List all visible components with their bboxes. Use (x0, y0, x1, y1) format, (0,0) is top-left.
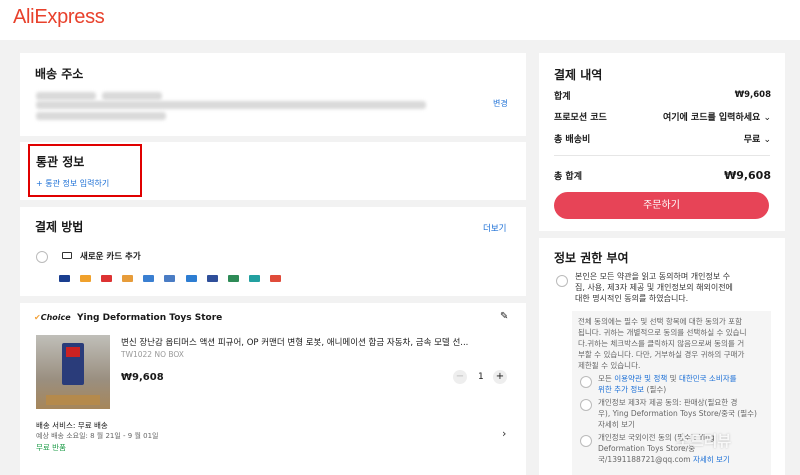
shipping-service: 배송 서비스: 무료 배송 (36, 421, 108, 430)
visa-icon (59, 275, 70, 282)
third-party-more-link[interactable]: 자세히 보기 (598, 419, 635, 431)
divider (554, 155, 770, 156)
overseas-transfer-checkbox[interactable] (580, 435, 592, 447)
unionpay-icon (143, 275, 155, 282)
jcb-icon (122, 275, 134, 282)
consent-main-text-2: 집, 사용, 제3자 제공 및 개인정보의 해외이전에 (575, 283, 733, 292)
maestro-icon (101, 275, 113, 282)
consent-details-box: 전체 동의에는 필수 및 선택 항목에 대한 동의가 포함 됩니다. 귀하는 개… (572, 311, 771, 475)
free-return: 무료 반품 (36, 443, 66, 452)
add-customs-info-link[interactable]: + 통관 정보 입력하기 (36, 178, 109, 189)
subtotal-value: ₩9,608 (734, 90, 771, 100)
consent-info-2: 됩니다. 귀하는 개별적으로 동의를 선택하실 수 있습니 (578, 328, 747, 337)
korea-consumer-link[interactable]: 대한민국 소비자를 (679, 374, 737, 383)
quantity-increase-button[interactable]: + (493, 370, 507, 384)
customs-title: 통관 정보 (36, 155, 85, 169)
consent-info-4: 부할 수 있습니다. 다만, 거부하실 경우 귀하의 구매가 (578, 350, 745, 359)
address-line-1b (102, 92, 162, 100)
overseas-more-link[interactable]: 자세히 보기 (693, 455, 730, 464)
new-card-label[interactable]: 새로운 카드 추가 (80, 250, 141, 262)
place-order-button[interactable]: 주문하기 (554, 192, 769, 219)
third-party-checkbox[interactable] (580, 399, 592, 411)
agree-all-checkbox[interactable] (556, 275, 568, 287)
shipping-address-card: 배송 주소 변경 (20, 53, 526, 136)
product-title[interactable]: 변신 장난감 옵티머스 액션 피규어, OP 커맨더 변형 로봇, 애니메이션 … (121, 336, 511, 348)
payment-method-card: 결제 방법 더보기 새로운 카드 추가 (20, 207, 526, 296)
customs-highlight-box (28, 144, 142, 197)
product-price: ₩9,608 (121, 372, 164, 383)
diners-icon (164, 275, 176, 282)
third-party-line-2: 우), Ying Deformation Toys Store/중국 (필수) (598, 409, 757, 418)
terms-checkbox[interactable] (580, 376, 592, 388)
chevron-right-icon[interactable]: › (502, 427, 506, 440)
payment-title: 결제 방법 (35, 220, 84, 234)
promo-label: 프로모션 코드 (554, 113, 607, 123)
terms-line-2: 위한 추가 정보 (필수) (598, 385, 667, 394)
third-party-line-1: 개인정보 제3자 제공 동의: 판매상(필요한 경 (598, 398, 738, 407)
address-line-1 (36, 92, 96, 100)
additional-info-link[interactable]: 위한 추가 정보 (598, 385, 644, 394)
delivery-estimate: 예상 배송 소요일: 8 월 21일 - 9 월 01일 (36, 432, 159, 440)
terms-policy-link[interactable]: 이용약관 및 정책 (614, 374, 667, 383)
card-icon (62, 252, 72, 259)
product-image[interactable] (36, 335, 110, 409)
product-sku: TW1022 NO BOX (121, 350, 184, 359)
total-label: 총 합계 (554, 172, 582, 182)
shipping-fee-value[interactable]: 무료 ⌄ (744, 132, 771, 145)
quantity-decrease-button[interactable]: − (453, 370, 467, 384)
chevron-down-icon: ⌄ (763, 113, 771, 123)
new-card-radio[interactable] (36, 251, 48, 263)
top-bar: AliExpress (0, 0, 800, 40)
card-icon (248, 275, 260, 282)
consent-info-3: 다.귀하는 체크박스를 클릭하지 않음으로써 동의를 거 (578, 339, 745, 348)
address-line-3 (36, 112, 166, 120)
shipping-title: 배송 주소 (35, 67, 84, 81)
card-brand-icons (59, 267, 286, 286)
store-name[interactable]: Ying Deformation Toys Store (77, 313, 222, 323)
aliexpress-logo[interactable]: AliExpress (13, 6, 105, 29)
change-address-link[interactable]: 변경 (493, 98, 508, 109)
consent-title: 정보 권한 부여 (554, 251, 629, 265)
shipping-fee-label: 총 배송비 (554, 135, 591, 145)
mastercard-icon (80, 275, 92, 282)
discover-icon (206, 275, 218, 282)
edit-icon[interactable]: ✎ (500, 311, 508, 322)
promo-input[interactable]: 여기에 코드를 입력하세요 ⌄ (663, 110, 771, 123)
terms-line-1: 모든 이용약관 및 정책 및 대한민국 소비자를 (598, 374, 737, 383)
card-icon (227, 275, 239, 282)
address-line-2 (36, 101, 426, 109)
choice-badge: ✔Choice (34, 313, 71, 322)
chevron-down-icon: ⌄ (763, 135, 771, 145)
consent-info-5: 제한될 수 있습니다. (578, 361, 641, 370)
watermark: 소드리뷰 (676, 432, 732, 450)
card-icon (269, 275, 281, 282)
quantity-value[interactable]: 1 (478, 372, 484, 382)
summary-title: 결제 내역 (554, 68, 603, 82)
consent-main-text-3: 대한 명시적인 동의를 하였습니다. (575, 294, 689, 303)
total-value: ₩9,608 (724, 169, 771, 182)
customs-info-card: 통관 정보 + 통관 정보 입력하기 (20, 142, 526, 200)
subtotal-label: 합계 (554, 92, 571, 102)
overseas-line-3: 국/1391188721@qq.com 자세히 보기 (598, 455, 730, 464)
amex-icon (185, 275, 197, 282)
consent-info-1: 전체 동의에는 필수 및 선택 항목에 대한 동의가 포함 (578, 317, 742, 326)
payment-more-link[interactable]: 더보기 (483, 222, 506, 234)
product-card: ✔Choice Ying Deformation Toys Store ✎ 변신… (20, 303, 526, 475)
consent-main-text-1: 본인은 모든 약관을 읽고 동의하며 개인정보 수 (575, 272, 731, 281)
